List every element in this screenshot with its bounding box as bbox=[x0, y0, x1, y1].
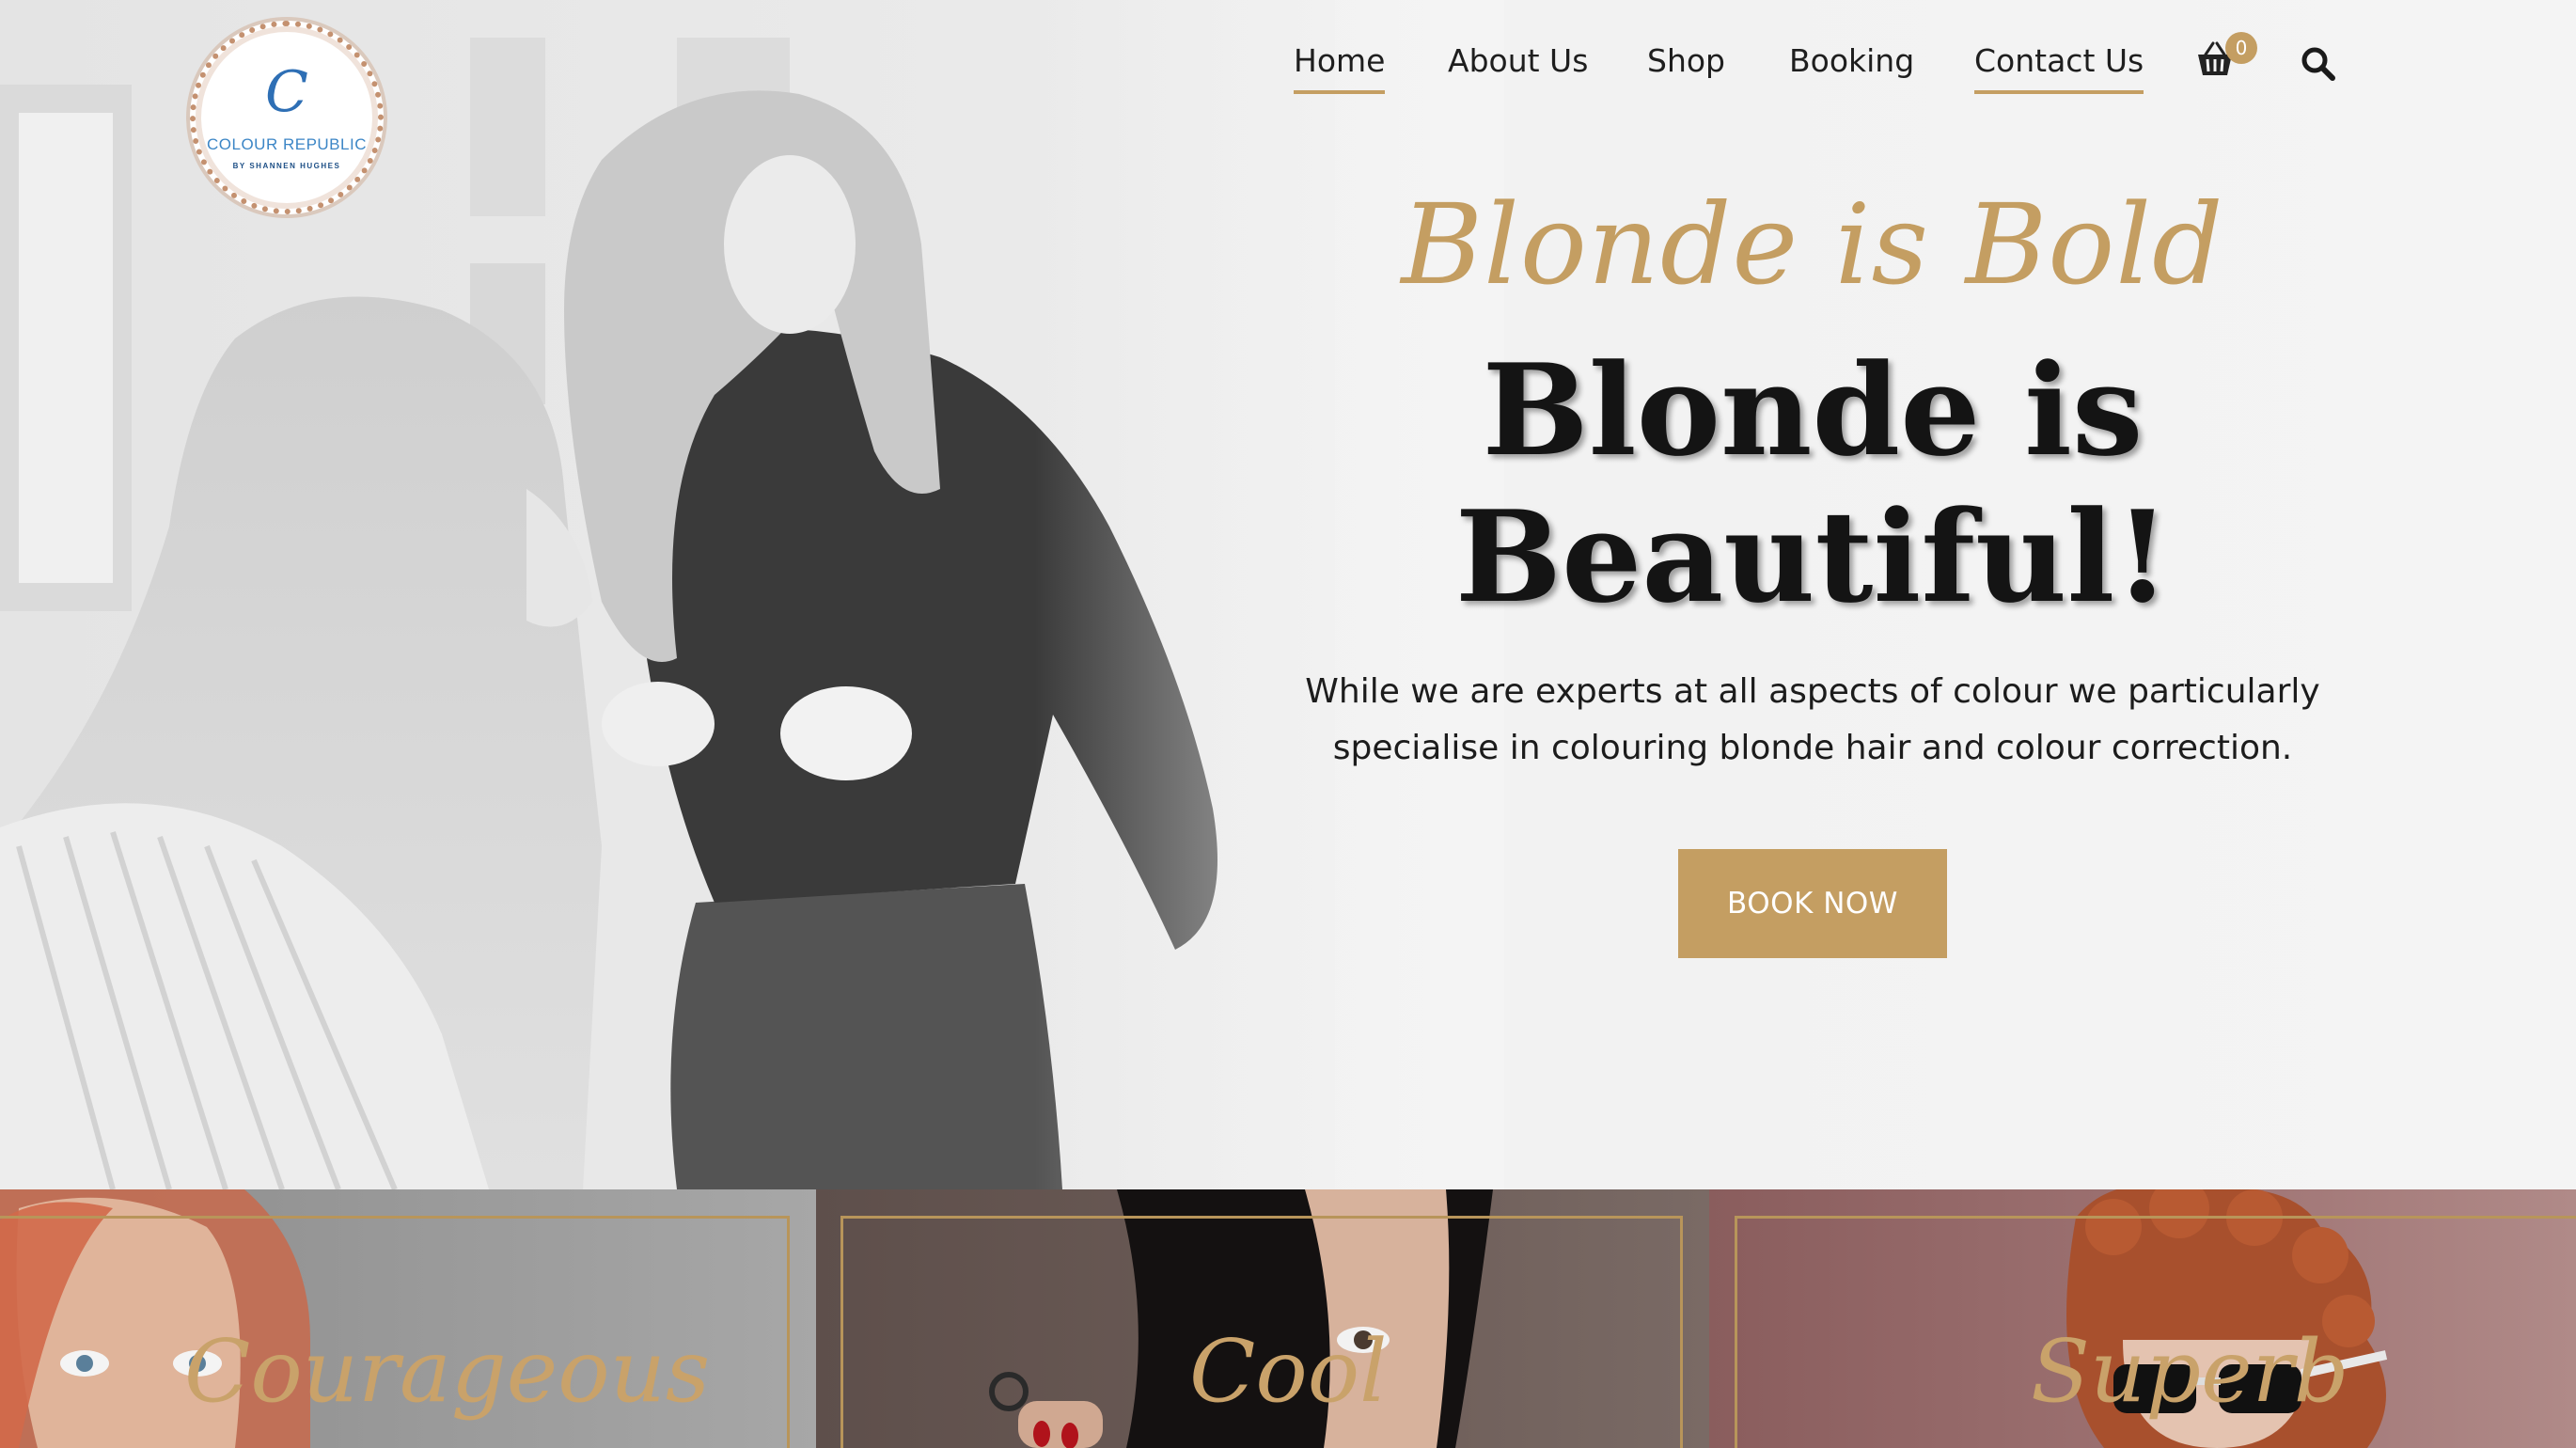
card-courageous-label: Courageous bbox=[184, 1321, 711, 1422]
hero-description-line-2: specialise in colouring blonde hair and … bbox=[1332, 729, 2293, 767]
search-icon[interactable] bbox=[2300, 45, 2337, 83]
hero-description-line-1: While we are experts at all aspects of c… bbox=[1305, 672, 2320, 711]
card-courageous[interactable]: Courageous bbox=[0, 1189, 816, 1448]
style-cards: Courageous Cool Superb bbox=[0, 1189, 2576, 1448]
card-cool[interactable]: Cool bbox=[816, 1189, 1709, 1448]
nav-shop[interactable]: Shop bbox=[1647, 38, 1725, 85]
book-now-button[interactable]: BOOK NOW bbox=[1678, 849, 1947, 958]
page: C COLOUR REPUBLIC BY SHANNEN HUGHES Home… bbox=[0, 0, 2576, 1448]
hero-title-line-2: Beautiful! bbox=[1454, 482, 2171, 631]
hero-title-line-1: Blonde is bbox=[1482, 336, 2144, 484]
hero-title: Blonde is Beautiful! bbox=[1279, 337, 2347, 630]
card-superb[interactable]: Superb bbox=[1709, 1189, 2576, 1448]
colour-republic-logo[interactable]: C COLOUR REPUBLIC BY SHANNEN HUGHES bbox=[190, 21, 384, 214]
cart-count-badge: 0 bbox=[2225, 32, 2257, 64]
hero-script-title: Blonde is Bold bbox=[1401, 180, 2224, 309]
nav-booking[interactable]: Booking bbox=[1789, 38, 1914, 85]
hero-description: While we are experts at all aspects of c… bbox=[1279, 664, 2347, 777]
card-cool-label: Cool bbox=[1189, 1321, 1388, 1422]
nav-home[interactable]: Home bbox=[1294, 38, 1386, 94]
hero-section: C COLOUR REPUBLIC BY SHANNEN HUGHES Home… bbox=[0, 0, 2576, 1189]
nav-contact-us[interactable]: Contact Us bbox=[1974, 38, 2144, 94]
logo-mark: C bbox=[265, 59, 308, 125]
logo-tagline: BY SHANNEN HUGHES bbox=[232, 162, 341, 170]
nav-about-us[interactable]: About Us bbox=[1448, 38, 1588, 85]
logo-name: COLOUR REPUBLIC bbox=[207, 135, 367, 153]
card-superb-label: Superb bbox=[2031, 1321, 2349, 1422]
